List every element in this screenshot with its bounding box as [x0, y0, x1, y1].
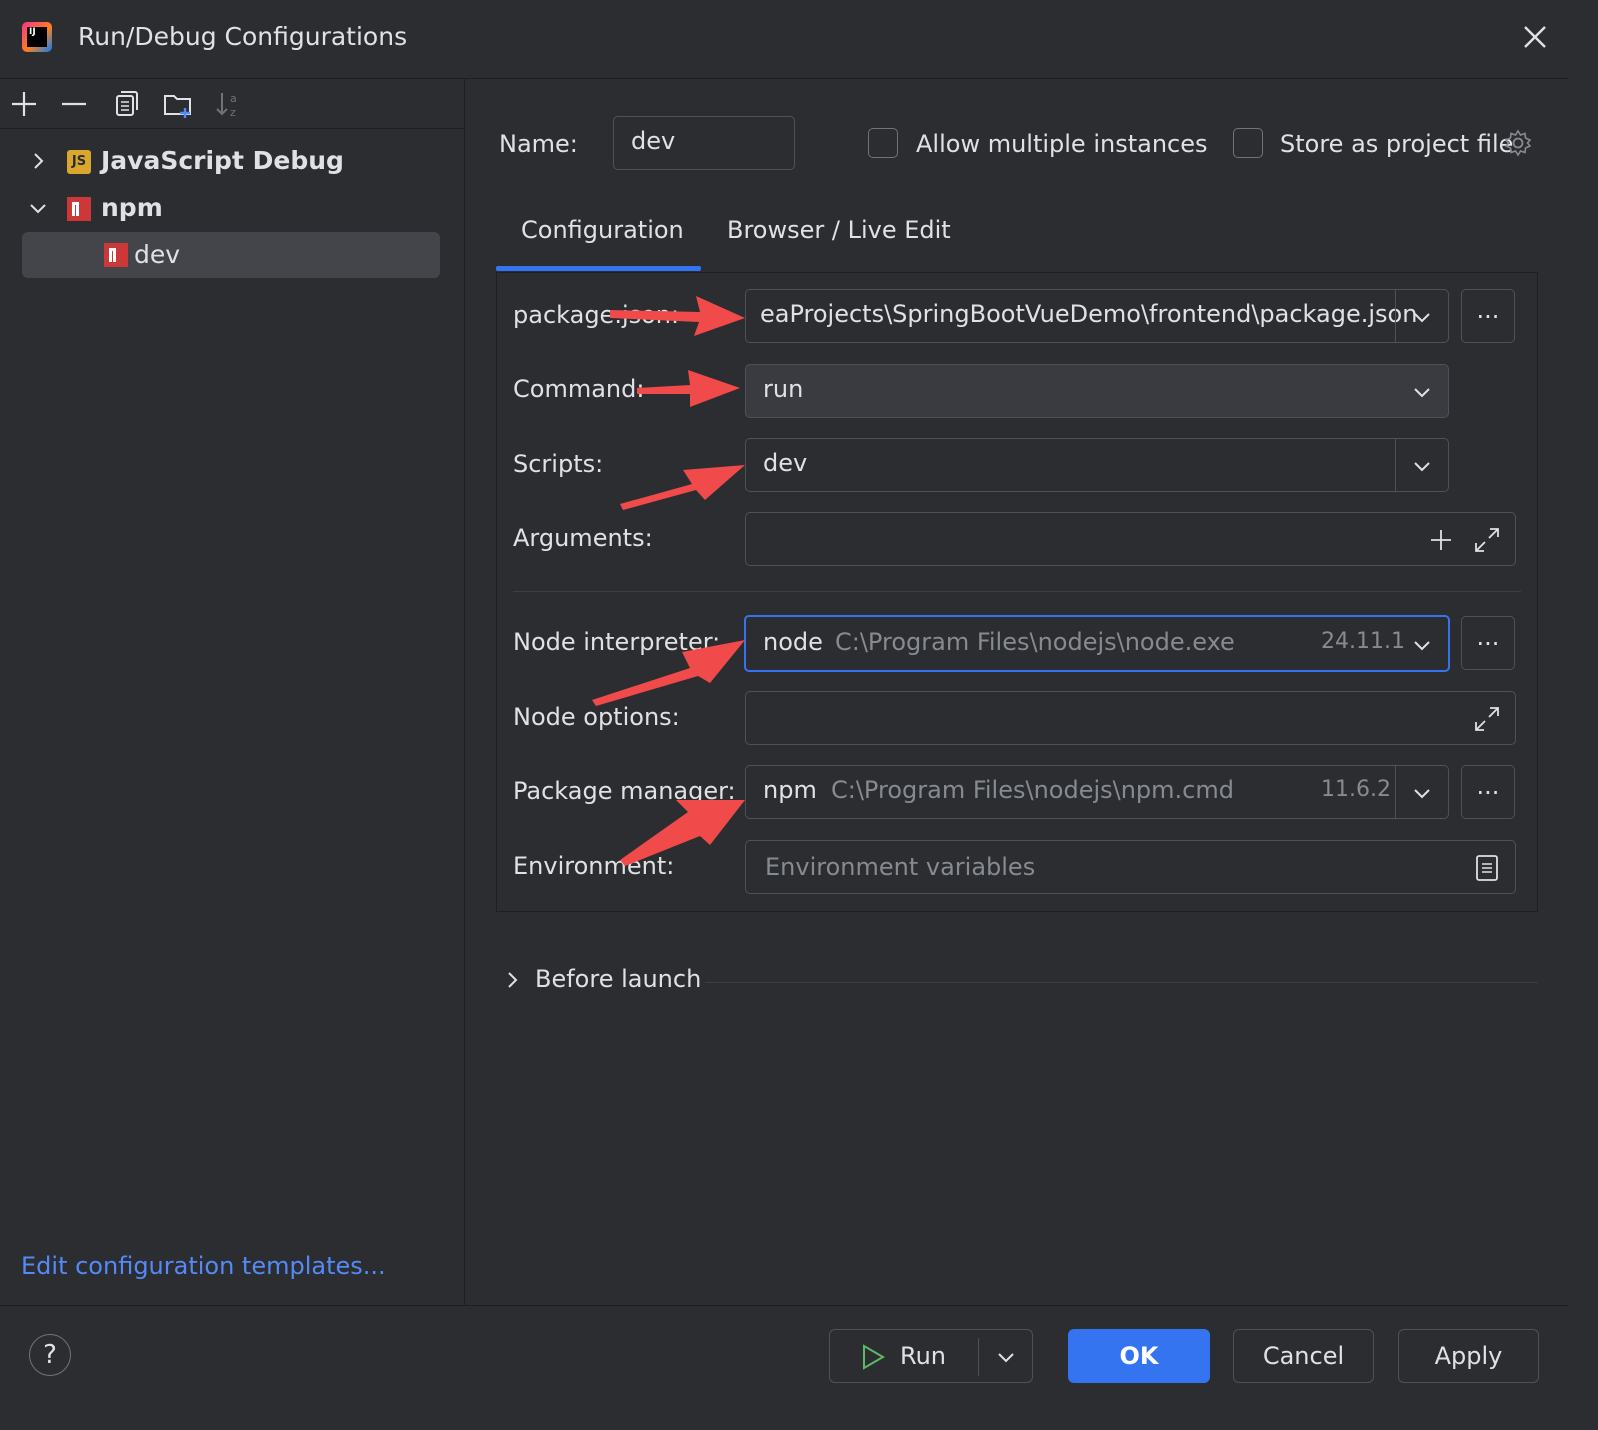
chevron-right-icon[interactable]: [28, 151, 48, 171]
sort-icon[interactable]: az: [214, 88, 246, 120]
apply-button[interactable]: Apply: [1398, 1329, 1539, 1383]
package-json-combobox[interactable]: eaProjects\SpringBootVueDemo\frontend\pa…: [745, 289, 1449, 343]
tree-item-label: npm: [101, 193, 163, 222]
tree-item-label: dev: [134, 240, 181, 269]
document-icon[interactable]: [1474, 854, 1500, 882]
tree-item-dev[interactable]: dev: [22, 232, 440, 278]
svg-text:a: a: [230, 92, 237, 105]
run-button[interactable]: Run: [829, 1329, 1033, 1383]
arguments-input[interactable]: [745, 512, 1516, 566]
package-manager-combobox[interactable]: npm C:\Program Files\nodejs\npm.cmd 11.6…: [745, 765, 1449, 819]
help-button[interactable]: ?: [29, 1334, 71, 1376]
store-project-checkbox[interactable]: [1233, 128, 1263, 158]
scripts-label: Scripts:: [513, 450, 604, 478]
environment-label: Environment:: [513, 852, 675, 880]
tab-browser-live-edit[interactable]: Browser / Live Edit: [727, 216, 951, 244]
cancel-button[interactable]: Cancel: [1233, 1329, 1374, 1383]
chevron-right-icon[interactable]: [502, 970, 522, 990]
add-icon[interactable]: [1429, 528, 1453, 552]
npm-icon: [67, 197, 91, 221]
node-options-label: Node options:: [513, 703, 680, 731]
edit-configuration-templates-link[interactable]: Edit configuration templates...: [21, 1252, 386, 1280]
package-json-browse-button[interactable]: ...: [1461, 289, 1515, 343]
store-project-label: Store as project file: [1280, 130, 1514, 158]
node-interpreter-browse-button[interactable]: ...: [1461, 616, 1515, 670]
package-manager-label: Package manager:: [513, 777, 736, 805]
expand-icon[interactable]: [1473, 526, 1501, 554]
chevron-down-icon[interactable]: [995, 1346, 1017, 1368]
expand-icon[interactable]: [1473, 705, 1501, 733]
chevron-down-icon[interactable]: [1411, 306, 1433, 328]
svg-text:z: z: [230, 106, 236, 119]
scripts-combobox[interactable]: dev: [745, 438, 1449, 492]
before-launch-toggle[interactable]: Before launch: [535, 965, 701, 993]
javascript-icon: JS: [67, 150, 91, 174]
before-launch-divider: [705, 982, 1538, 983]
gear-icon[interactable]: [1503, 128, 1533, 158]
node-interpreter-label: Node interpreter:: [513, 628, 721, 656]
node-interpreter-combobox[interactable]: node C:\Program Files\nodejs\node.exe 24…: [744, 615, 1450, 672]
package-manager-browse-button[interactable]: ...: [1461, 765, 1515, 819]
copy-icon[interactable]: [110, 88, 142, 120]
chevron-down-icon[interactable]: [1411, 381, 1433, 403]
tree-item-label: JavaScript Debug: [101, 146, 344, 175]
tab-configuration[interactable]: Configuration: [521, 216, 684, 244]
name-label: Name:: [499, 130, 578, 158]
toolbar-divider: [0, 128, 464, 129]
allow-multiple-checkbox[interactable]: [868, 128, 898, 158]
arguments-label: Arguments:: [513, 524, 653, 552]
chevron-down-icon[interactable]: [1411, 455, 1433, 477]
tree-item-javascript-debug[interactable]: JS JavaScript Debug: [26, 140, 446, 184]
chevron-down-icon[interactable]: [1411, 782, 1433, 804]
package-json-label: package.json:: [513, 301, 680, 329]
remove-icon[interactable]: [58, 88, 90, 120]
section-divider: [513, 591, 1521, 592]
node-options-input[interactable]: [745, 691, 1516, 745]
new-folder-icon[interactable]: [162, 88, 194, 120]
environment-input[interactable]: Environment variables: [745, 840, 1516, 894]
chevron-down-icon[interactable]: [28, 198, 48, 218]
active-tab-indicator: [496, 266, 701, 271]
command-dropdown[interactable]: run: [745, 364, 1449, 418]
command-label: Command:: [513, 375, 645, 403]
ok-button[interactable]: OK: [1068, 1329, 1210, 1383]
chevron-down-icon[interactable]: [1411, 634, 1433, 656]
intellij-app-icon: IJ: [22, 22, 52, 52]
add-icon[interactable]: [8, 88, 40, 120]
npm-icon: [104, 243, 128, 267]
allow-multiple-label: Allow multiple instances: [916, 130, 1208, 158]
play-icon: [863, 1344, 885, 1370]
title-bar: IJ Run/Debug Configurations: [0, 0, 1568, 79]
tree-item-npm[interactable]: npm: [26, 187, 446, 231]
close-icon[interactable]: [1520, 22, 1550, 52]
name-input[interactable]: dev: [613, 116, 795, 170]
window-title: Run/Debug Configurations: [78, 22, 408, 51]
